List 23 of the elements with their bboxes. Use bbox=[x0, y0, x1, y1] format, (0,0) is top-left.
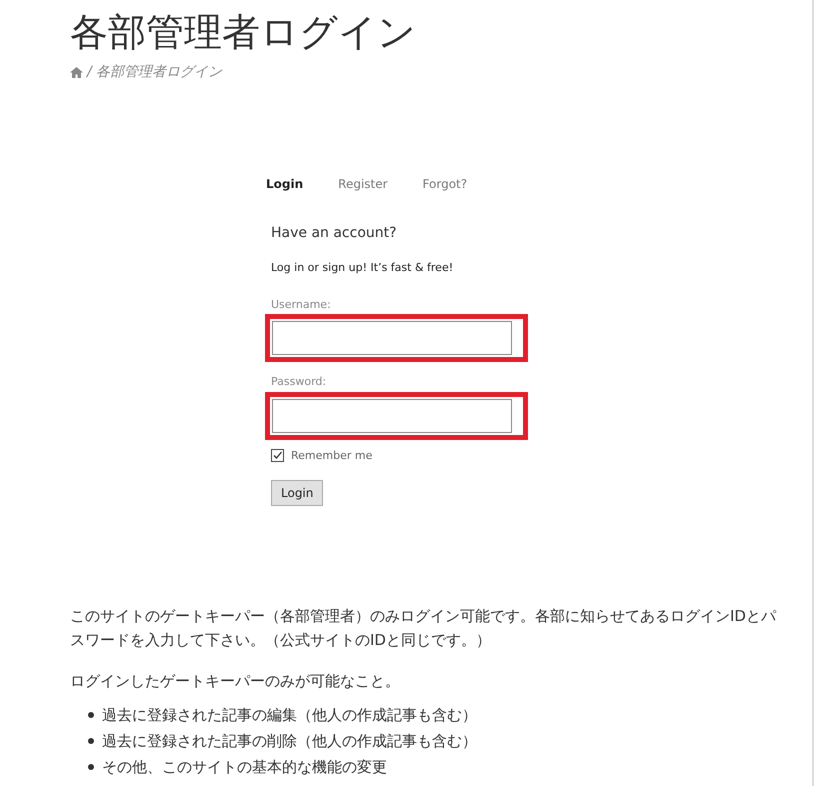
home-icon[interactable] bbox=[70, 67, 83, 78]
input-field[interactable] bbox=[272, 321, 512, 355]
remember-label: Remember me bbox=[291, 448, 372, 464]
login-button[interactable]: Login bbox=[271, 480, 324, 506]
list-item: 過去に登録された記事の削除（他人の作成記事も含む） bbox=[102, 730, 477, 752]
form-heading: Have an account? bbox=[271, 224, 397, 243]
list-item: 過去に登録された記事の編集（他人の作成記事も含む） bbox=[102, 704, 477, 726]
bullet-icon bbox=[88, 712, 94, 718]
tab[interactable]: Register bbox=[338, 175, 388, 193]
bullet-icon bbox=[88, 738, 94, 744]
list-heading: ログインしたゲートキーパーのみが可能なこと。 bbox=[70, 671, 400, 692]
notice-paragraph: このサイトのゲートキーパー（各部管理者）のみログイン可能です。各部に知らせてあるログインIDとパスワードを入力して下さい。（公式サイトのIDと同じです。） bbox=[70, 606, 778, 651]
bullet-icon bbox=[88, 764, 94, 770]
field-label: Password: bbox=[271, 374, 326, 390]
field-label: Username: bbox=[271, 296, 331, 312]
page-title: 各部管理者ログイン bbox=[70, 9, 416, 56]
input-field[interactable] bbox=[272, 398, 512, 432]
list-item: その他、このサイトの基本的な機能の変更 bbox=[102, 756, 387, 778]
checkbox[interactable] bbox=[271, 449, 284, 462]
tab[interactable]: Login bbox=[266, 175, 304, 193]
breadcrumb-current: / 各部管理者ログイン bbox=[87, 63, 222, 82]
form-subtitle: Log in or sign up! It’s fast & free! bbox=[271, 260, 454, 276]
tab[interactable]: Forgot? bbox=[422, 175, 468, 193]
